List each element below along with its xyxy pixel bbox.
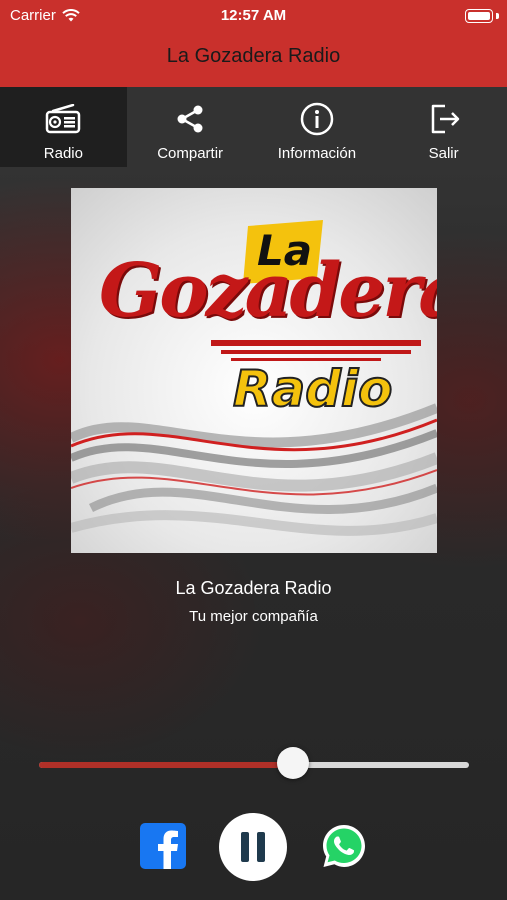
tab-bar: Radio Compartir Información Salir (0, 87, 507, 167)
tab-info[interactable]: Información (254, 87, 381, 167)
logo-text-gozadera: Gozadera (99, 248, 437, 334)
app-title: La Gozadera Radio (166, 45, 341, 67)
whatsapp-button[interactable] (320, 822, 368, 870)
whatsapp-icon (323, 825, 365, 867)
tab-label: Radio (43, 145, 83, 162)
pause-icon (241, 832, 265, 862)
station-logo: La Gozadera Radio (71, 188, 437, 553)
station-name: La Gozadera Radio (175, 578, 332, 598)
pause-button[interactable] (219, 813, 287, 881)
exit-icon (426, 101, 462, 137)
tab-share[interactable]: Compartir (127, 87, 254, 167)
tab-exit[interactable]: Salir (380, 87, 507, 167)
status-bar: Carrier 12:57 AM (0, 0, 507, 30)
facebook-icon (140, 823, 186, 869)
tab-label: Salir (428, 145, 459, 162)
logo-text-radio: Radio (232, 359, 394, 419)
battery-tip (496, 13, 499, 19)
tab-label: Información (277, 145, 357, 162)
volume-slider-thumb[interactable] (276, 747, 309, 779)
volume-slider[interactable] (39, 762, 469, 768)
battery-icon (465, 9, 493, 23)
tab-label: Compartir (157, 145, 224, 162)
station-slogan: Tu mejor compañía (189, 608, 318, 625)
radio-icon (45, 101, 81, 137)
tab-radio[interactable]: Radio (0, 87, 127, 167)
clock: 12:57 AM (220, 7, 287, 24)
share-icon (172, 101, 208, 137)
facebook-button[interactable] (140, 823, 186, 869)
header: Carrier 12:57 AM La Gozadera Radio (0, 0, 507, 87)
volume-slider-fill (39, 762, 293, 768)
info-icon (299, 101, 335, 137)
